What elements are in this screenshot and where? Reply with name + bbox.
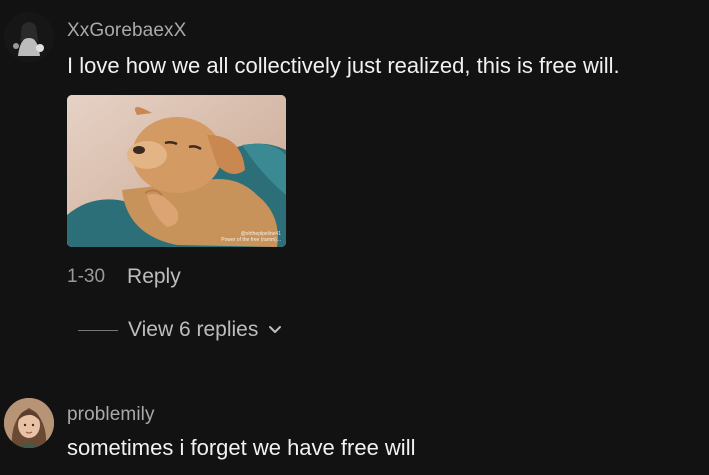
- view-replies-label: View 6 replies: [128, 318, 259, 341]
- avatar-image: [4, 398, 54, 448]
- avatar-image: [4, 12, 54, 62]
- avatar[interactable]: [4, 12, 54, 62]
- username[interactable]: XxGorebaexX: [67, 20, 186, 42]
- username[interactable]: problemily: [67, 404, 155, 426]
- view-replies-button[interactable]: View 6 replies: [78, 318, 282, 342]
- timestamp: 1-30: [67, 266, 106, 287]
- comment-text: sometimes i forget we have free will: [67, 435, 416, 460]
- chevron-down-icon: [269, 326, 282, 333]
- chihuahua-gif: [67, 95, 286, 247]
- comment-meta: 1-30 Reply: [67, 265, 181, 289]
- avatar[interactable]: [4, 398, 54, 448]
- reply-button[interactable]: Reply: [127, 265, 181, 289]
- gif-watermark: @ohtheplpeline41 Power of the free (ramm…: [221, 231, 281, 243]
- divider: [78, 329, 118, 331]
- gif-image[interactable]: @ohtheplpeline41 Power of the free (ramm…: [67, 95, 286, 247]
- comment-text: I love how we all collectively just real…: [67, 53, 620, 78]
